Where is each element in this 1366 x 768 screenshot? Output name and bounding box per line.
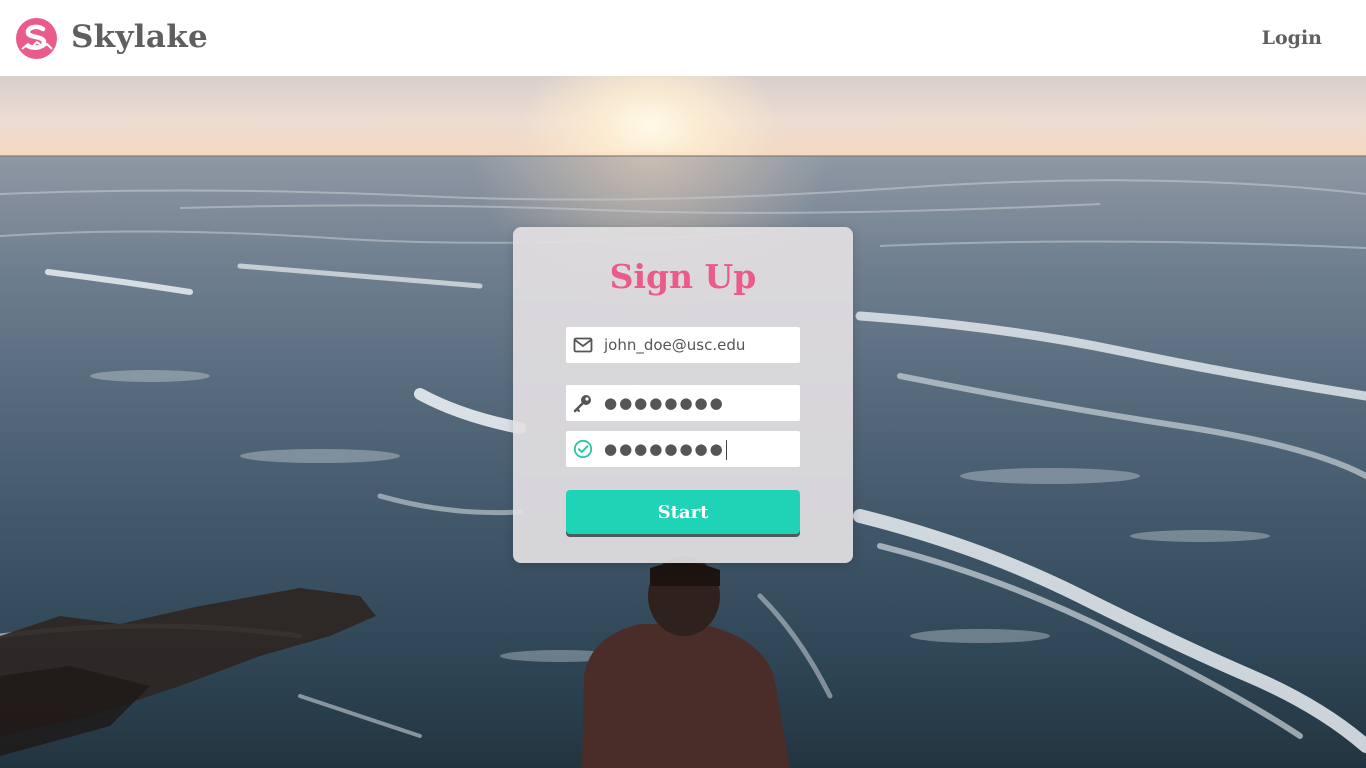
skylake-logo-icon[interactable] bbox=[16, 18, 57, 59]
start-button[interactable]: Start bbox=[566, 490, 800, 534]
confirm-password-field[interactable]: ●●●●●●●● bbox=[566, 431, 800, 467]
signup-title: Sign Up bbox=[609, 257, 757, 296]
envelope-icon bbox=[573, 337, 593, 353]
top-navbar: Skylake Login bbox=[0, 0, 1366, 76]
password-field[interactable]: ●●●●●●●● bbox=[566, 385, 800, 421]
brand-name[interactable]: Skylake bbox=[71, 19, 208, 55]
email-value: john_doe@usc.edu bbox=[604, 336, 746, 354]
confirm-password-value: ●●●●●●●● bbox=[604, 440, 725, 458]
text-caret bbox=[725, 439, 727, 460]
person-silhouette bbox=[582, 556, 790, 768]
confirm-password-value-wrap: ●●●●●●●● bbox=[604, 431, 727, 467]
signup-card: Sign Up john_doe@usc.edu ●●●●●●●● ●●●●●●… bbox=[513, 227, 853, 563]
login-link[interactable]: Login bbox=[1262, 27, 1322, 49]
check-circle-icon bbox=[573, 439, 593, 459]
email-field[interactable]: john_doe@usc.edu bbox=[566, 327, 800, 363]
key-icon bbox=[573, 395, 591, 413]
password-value: ●●●●●●●● bbox=[604, 394, 725, 412]
